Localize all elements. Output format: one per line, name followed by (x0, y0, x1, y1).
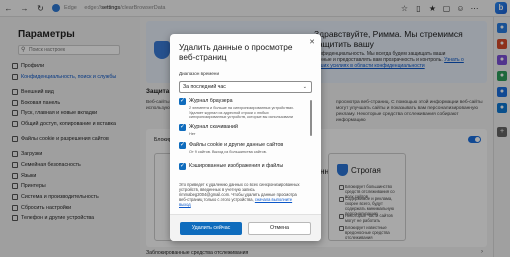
option-description: 2 элемента и больше на синхронизированны… (189, 106, 295, 120)
checkbox-checked-icon[interactable]: ✓ (179, 142, 186, 149)
option-title: Файлы cookie и другие данные сайтов (189, 142, 284, 148)
time-range-select[interactable]: За последний час ⌄ (179, 81, 312, 93)
option-description: От 9 сайтов. Выход из большинства сайтов… (189, 150, 267, 154)
option-title: Кэшированные изображения и файлы (189, 163, 284, 169)
time-range-value: За последний час (183, 84, 226, 90)
option-description: Нет (189, 132, 196, 136)
option-title: Журнал скачиваний (189, 124, 238, 130)
sync-note-text: Это приведет к удалению данных со всех с… (179, 182, 300, 192)
dialog-footer: Удалить сейчас Отмена (170, 214, 321, 241)
clear-browsing-data-dialog: Удалить данные о просмотре веб-страниц ✕… (170, 34, 321, 241)
option-title: Журнал браузера (189, 98, 233, 104)
clear-now-button[interactable]: Удалить сейчас (180, 222, 242, 235)
close-icon[interactable]: ✕ (309, 38, 315, 46)
dialog-title: Удалить данные о просмотре веб-страниц (179, 42, 293, 62)
checkbox-checked-icon[interactable]: ✓ (179, 163, 186, 170)
time-range-label: Диапазон времени (179, 71, 220, 76)
chevron-down-icon: ⌄ (302, 84, 307, 90)
sync-note: Это приведет к удалению данных со всех с… (179, 182, 304, 207)
cancel-button[interactable]: Отмена (248, 222, 311, 235)
checkbox-checked-icon[interactable]: ✓ (179, 124, 186, 131)
checkbox-checked-icon[interactable]: ✓ (179, 98, 186, 105)
dialog-scrollbar[interactable] (310, 100, 312, 136)
